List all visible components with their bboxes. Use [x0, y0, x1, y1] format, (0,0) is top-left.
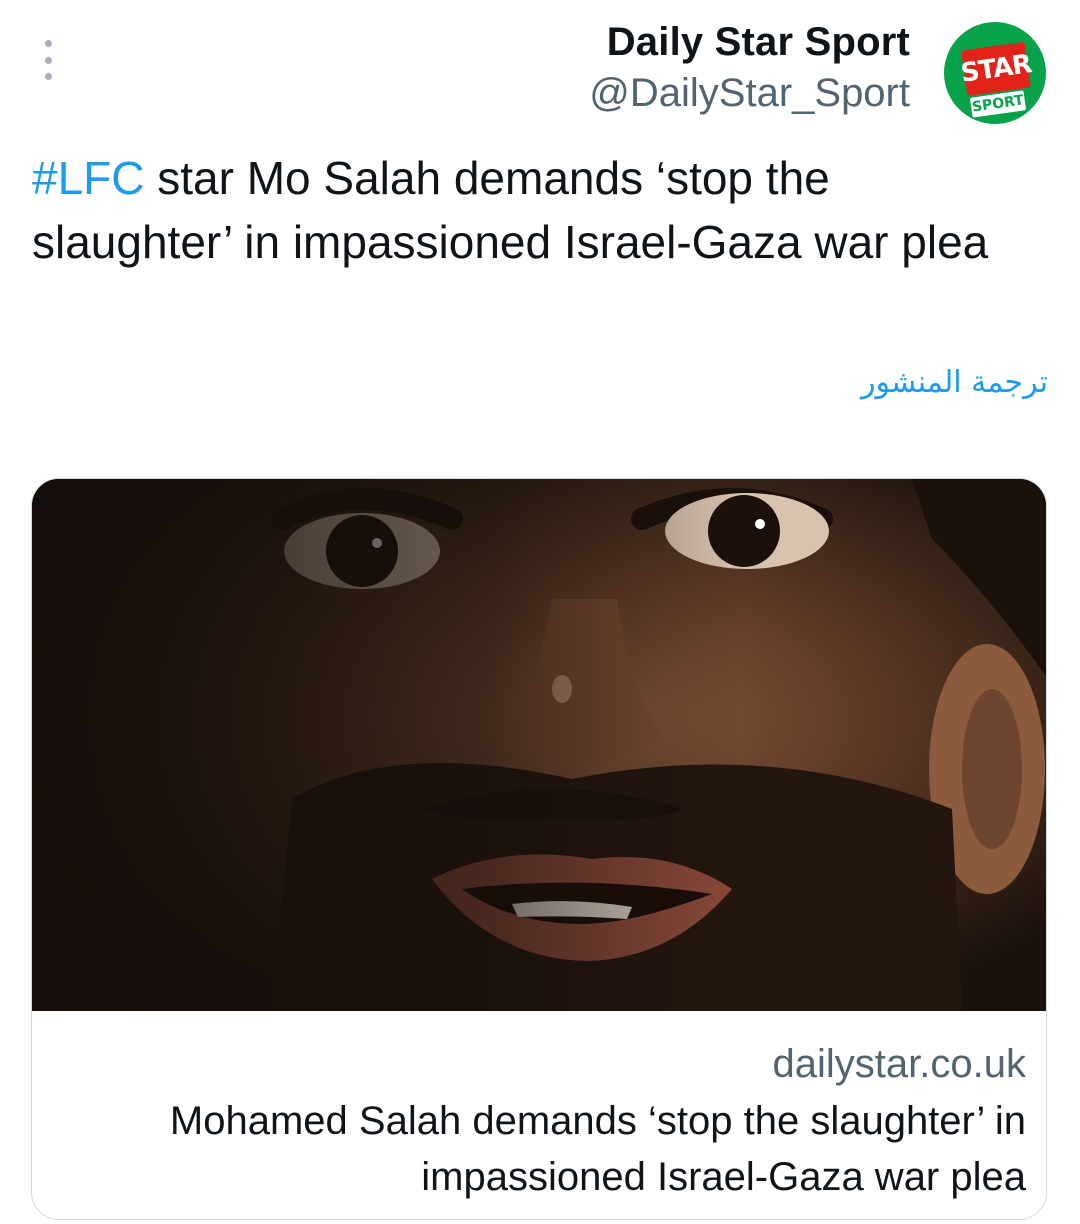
more-vertical-icon	[44, 40, 52, 47]
card-title: Mohamed Salah demands ‘stop the slaughte…	[169, 1099, 1026, 1199]
link-preview-card[interactable]: dailystar.co.uk Mohamed Salah demands ‘s…	[31, 478, 1047, 1220]
card-domain: dailystar.co.uk	[772, 1042, 1026, 1086]
translate-post-link[interactable]: ترجمة المنشور	[861, 360, 1048, 406]
face-photo	[32, 479, 1046, 1011]
card-body[interactable]: dailystar.co.uk Mohamed Salah demands ‘s…	[32, 1011, 1046, 1219]
card-image[interactable]	[32, 479, 1046, 1011]
more-vertical-icon	[44, 73, 52, 80]
tweet-view: Daily Star Sport @DailyStar_Sport DAILY …	[0, 0, 1080, 1224]
tweet-body-text: star Mo Salah demands ‘stop the slaughte…	[32, 152, 989, 268]
tweet-text: #LFC star Mo Salah demands ‘stop the sla…	[32, 146, 1032, 274]
avatar[interactable]: DAILY STAR SPORT	[944, 22, 1046, 124]
author-info[interactable]: Daily Star Sport @DailyStar_Sport	[589, 16, 910, 118]
more-vertical-icon	[44, 56, 52, 64]
avatar-logo-badge: STAR	[959, 41, 1033, 97]
author-handle[interactable]: @DailyStar_Sport	[589, 68, 910, 118]
author-name[interactable]: Daily Star Sport	[589, 16, 910, 68]
more-options-button[interactable]	[36, 40, 60, 80]
hashtag-link[interactable]: #LFC	[32, 152, 144, 204]
